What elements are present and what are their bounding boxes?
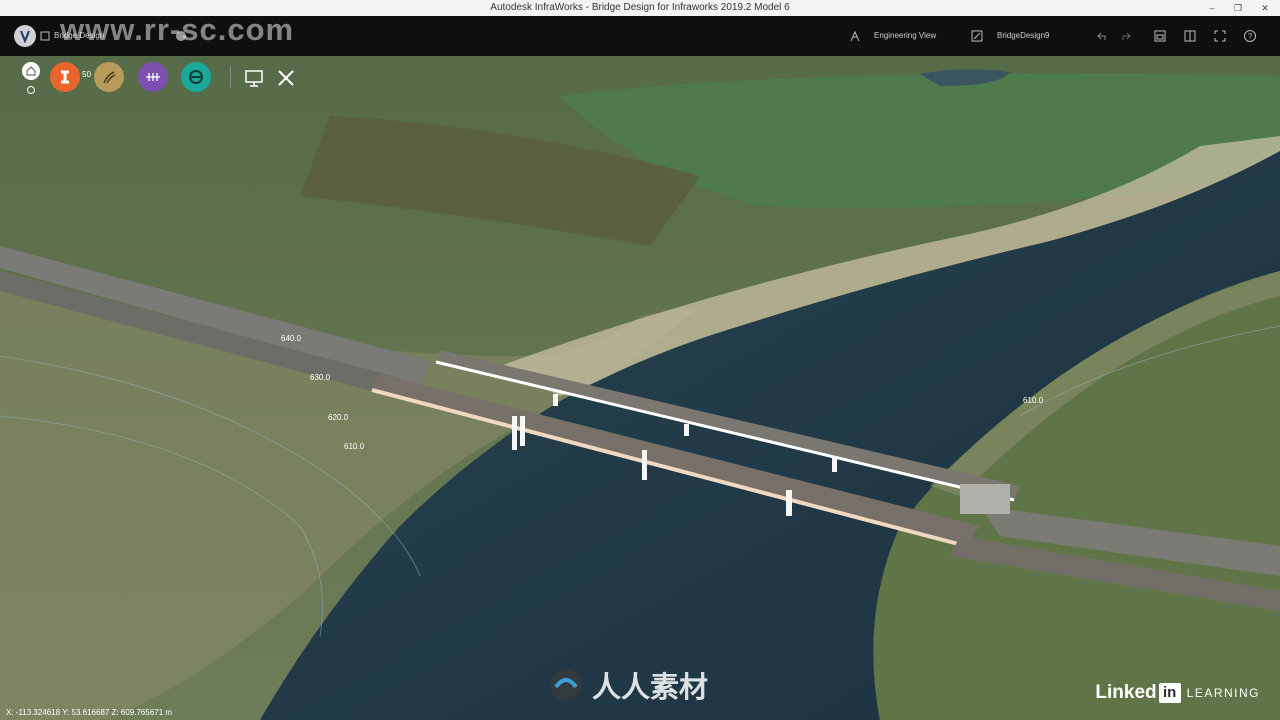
bridge-pier	[786, 490, 792, 516]
model-menu-icon[interactable]	[36, 27, 54, 45]
bridge-pier	[520, 416, 525, 446]
linkedin-learning-logo: Linked in LEARNING	[1095, 682, 1260, 704]
roads-tool-icon[interactable]	[94, 62, 124, 92]
settings-icon[interactable]	[27, 86, 35, 94]
home-icon[interactable]	[22, 62, 40, 80]
watermark-logo: 人人素材	[548, 664, 708, 706]
toolbar-divider	[230, 66, 231, 88]
station-label: 610.0	[1023, 396, 1044, 405]
bridge-pier	[642, 450, 647, 480]
minimize-button[interactable]: –	[1203, 1, 1221, 15]
undo-icon[interactable]	[1092, 27, 1110, 45]
watermark-emblem-icon	[550, 669, 582, 701]
drainage-tool-icon[interactable]	[181, 62, 211, 92]
3d-viewport[interactable]: 640.0 630.0 620.0 610.0 610.0	[0, 56, 1280, 720]
presentation-icon[interactable]	[244, 68, 264, 93]
close-button[interactable]: ✕	[1256, 1, 1274, 15]
save-icon[interactable]	[1151, 27, 1169, 45]
view-mode-label[interactable]: Engineering View	[874, 31, 936, 40]
station-label: 640.0	[281, 334, 302, 343]
app-logo-icon[interactable]	[14, 25, 36, 47]
learning-wordmark: LEARNING	[1186, 686, 1260, 700]
station-label: 630.0	[310, 373, 331, 382]
watermark-url: www.rr-sc.com	[60, 12, 295, 47]
bridge-pier	[832, 458, 837, 472]
tool-badge: 50	[82, 70, 91, 79]
fullscreen-icon[interactable]	[1211, 27, 1229, 45]
proposal-label[interactable]: BridgeDesign9	[997, 31, 1049, 40]
tools-icon[interactable]	[276, 68, 296, 93]
bridge-pier	[684, 424, 689, 436]
station-label: 610.0	[344, 442, 365, 451]
view-mode-icon[interactable]	[846, 27, 864, 45]
svg-text:?: ?	[1248, 32, 1253, 41]
profile-tool-icon[interactable]	[138, 62, 168, 92]
coordinate-readout: X: -113.324618 Y: 53.616687 Z: 609.76567…	[6, 708, 173, 717]
help-icon[interactable]: ?	[1241, 27, 1259, 45]
watermark-center-text: 人人素材	[592, 672, 709, 704]
proposal-icon[interactable]	[968, 27, 986, 45]
redo-icon[interactable]	[1118, 27, 1136, 45]
station-label: 620.0	[328, 413, 349, 422]
panel-icon[interactable]	[1181, 27, 1199, 45]
bridge-pier	[512, 416, 517, 450]
bridge-abutment	[960, 484, 1010, 514]
linkedin-wordmark: Linked	[1095, 682, 1157, 703]
bridge-pier	[553, 394, 558, 406]
maximize-button[interactable]: ❐	[1229, 1, 1247, 15]
structures-tool-icon[interactable]	[50, 62, 80, 92]
linkedin-in-badge: in	[1158, 683, 1181, 703]
